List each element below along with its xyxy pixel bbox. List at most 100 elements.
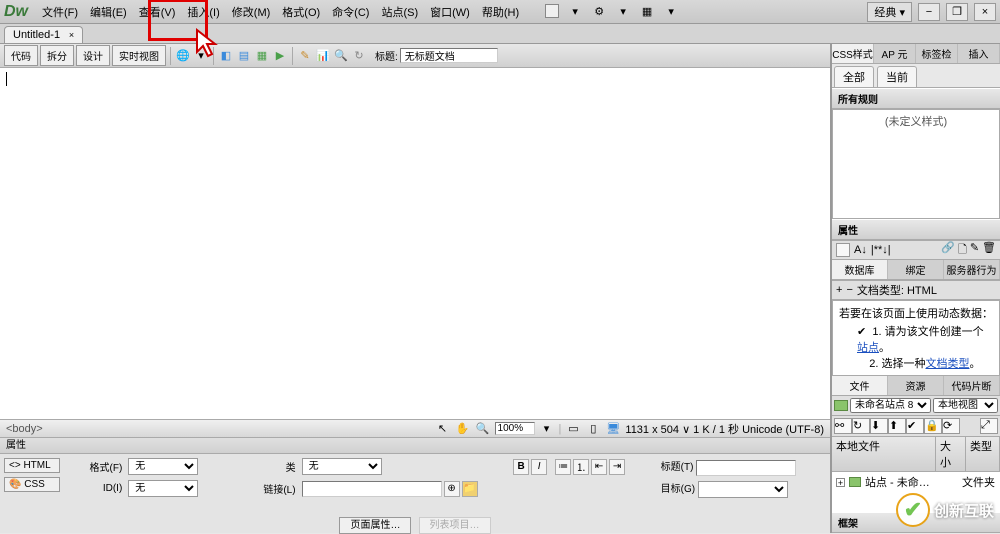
indent-icon[interactable]: ⇥	[609, 459, 625, 475]
css-all-subtab[interactable]: 全部	[834, 66, 874, 87]
outdent-icon[interactable]: ⇤	[591, 459, 607, 475]
view-select[interactable]: 本地视图	[933, 398, 998, 413]
assets-tab[interactable]: 资源	[888, 376, 944, 395]
class-select[interactable]: 无	[302, 458, 382, 475]
properties-css-tab[interactable]: 🎨 CSS	[4, 477, 60, 492]
split-view-button[interactable]: 拆分	[40, 45, 74, 66]
tool-icon[interactable]: 📊	[315, 48, 331, 64]
frames-header[interactable]: 框架	[832, 512, 1000, 533]
minimize-button[interactable]: −	[918, 3, 940, 21]
files-tree[interactable]: + 站点 - 未命… 文件夹	[832, 472, 1000, 512]
add-icon[interactable]: +	[836, 284, 842, 296]
sync-icon[interactable]: ⟳	[942, 418, 960, 434]
bindings-tab[interactable]: 绑定	[888, 260, 944, 279]
device-icon[interactable]: ▭	[565, 421, 581, 437]
list-ol-icon[interactable]: ⒈	[573, 459, 589, 475]
checkout-icon[interactable]: ✔	[906, 418, 924, 434]
code-view-button[interactable]: 代码	[4, 45, 38, 66]
bold-button[interactable]: B	[513, 459, 529, 475]
tool-icon[interactable]: 🔍	[333, 48, 349, 64]
hand-icon[interactable]: ✋	[455, 421, 471, 437]
tag-selector[interactable]: <body>	[6, 423, 43, 435]
point-to-file-icon[interactable]: ⊕	[444, 481, 460, 497]
menu-command[interactable]: 命令(C)	[326, 1, 375, 23]
expand-toggle[interactable]: +	[836, 478, 845, 487]
workspace-dropdown[interactable]: 经典 ▾	[867, 2, 912, 22]
attr-tool-icon[interactable]	[836, 243, 850, 257]
menu-window[interactable]: 窗口(W)	[424, 1, 476, 23]
close-tab-icon[interactable]: ×	[69, 30, 74, 40]
put-icon[interactable]: ⬆	[888, 418, 906, 434]
document-tab[interactable]: Untitled-1 ×	[4, 26, 83, 43]
live-view-button[interactable]: 实时视图	[112, 45, 166, 66]
css-styles-tab[interactable]: CSS样式	[832, 44, 874, 63]
properties-header[interactable]: 属性	[0, 438, 830, 454]
css-rules-list[interactable]: (未定义样式)	[832, 109, 1000, 219]
attributes-header[interactable]: 属性	[832, 219, 1000, 240]
list-ul-icon[interactable]: ≔	[555, 459, 571, 475]
target-select[interactable]	[698, 481, 788, 498]
get-icon[interactable]: ⬇	[870, 418, 888, 434]
device-icon[interactable]: ▯	[585, 421, 601, 437]
page-title-input[interactable]	[400, 48, 498, 63]
settings-icon[interactable]: ⚙	[591, 4, 607, 20]
device-icon[interactable]: 🖥	[605, 421, 621, 437]
zoom-input[interactable]	[495, 422, 535, 435]
link-icon[interactable]: 🔗	[941, 241, 955, 260]
pointer-icon[interactable]: ↖	[435, 421, 451, 437]
col-localfiles[interactable]: 本地文件	[832, 437, 936, 471]
create-site-link[interactable]: 站点	[857, 342, 879, 354]
dropdown-icon[interactable]: ▾	[615, 4, 631, 20]
chevron-down-icon[interactable]: ▾	[193, 48, 209, 64]
file-row[interactable]: + 站点 - 未命… 文件夹	[836, 474, 996, 490]
format-select[interactable]: 无	[128, 458, 198, 475]
grid-icon[interactable]: ▦	[639, 4, 655, 20]
database-tab[interactable]: 数据库	[832, 260, 888, 279]
tool-icon[interactable]: ◧	[218, 48, 234, 64]
trash-icon[interactable]: 🗑	[982, 241, 996, 260]
menu-modify[interactable]: 修改(M)	[226, 1, 277, 23]
menu-view[interactable]: 查看(V)	[133, 1, 182, 23]
tool-icon[interactable]: ✎	[297, 48, 313, 64]
italic-button[interactable]: I	[531, 459, 547, 475]
doc-type-link[interactable]: 文档类型	[925, 358, 969, 370]
layout-icon[interactable]	[545, 4, 559, 18]
menu-file[interactable]: 文件(F)	[36, 1, 84, 23]
css-current-subtab[interactable]: 当前	[877, 66, 917, 87]
link-input[interactable]	[302, 481, 442, 497]
remove-icon[interactable]: −	[846, 284, 852, 296]
menu-insert[interactable]: 插入(I)	[181, 1, 225, 23]
checkin-icon[interactable]: 🔒	[924, 418, 942, 434]
properties-html-tab[interactable]: <> HTML	[4, 458, 60, 473]
site-select[interactable]: 未命名站点 8	[850, 398, 931, 413]
col-size[interactable]: 大小	[936, 437, 966, 471]
zoom-icon[interactable]: 🔍	[475, 421, 491, 437]
snippets-tab[interactable]: 代码片断	[944, 376, 1000, 395]
new-icon[interactable]: 🗋	[958, 241, 967, 260]
menu-site[interactable]: 站点(S)	[375, 1, 424, 23]
tool-icon[interactable]: ▤	[236, 48, 252, 64]
menu-edit[interactable]: 编辑(E)	[84, 1, 133, 23]
chevron-down-icon[interactable]: ▾	[539, 421, 555, 437]
tool-icon[interactable]: ▦	[254, 48, 270, 64]
expand-icon[interactable]: ⤢	[980, 418, 998, 434]
refresh-icon[interactable]: ↻	[852, 418, 870, 434]
menu-help[interactable]: 帮助(H)	[476, 1, 525, 23]
col-type[interactable]: 类型	[966, 437, 1000, 471]
design-canvas[interactable]	[0, 68, 830, 419]
globe-icon[interactable]: 🌐	[175, 48, 191, 64]
menu-format[interactable]: 格式(O)	[276, 1, 326, 23]
dropdown-icon[interactable]: ▾	[567, 4, 583, 20]
files-tab[interactable]: 文件	[832, 376, 888, 395]
edit-icon[interactable]: ✎	[970, 241, 979, 260]
tag-inspector-tab[interactable]: 标签检	[916, 44, 958, 63]
id-select[interactable]: 无	[128, 480, 198, 497]
dropdown-icon[interactable]: ▾	[663, 4, 679, 20]
ap-elements-tab[interactable]: AP 元	[874, 44, 916, 63]
insert-tab[interactable]: 插入	[958, 44, 1000, 63]
play-icon[interactable]: ▶	[272, 48, 288, 64]
refresh-icon[interactable]: ↻	[351, 48, 367, 64]
server-behaviors-tab[interactable]: 服务器行为	[944, 260, 1000, 279]
close-button[interactable]: ×	[974, 3, 996, 21]
page-properties-button[interactable]: 页面属性…	[339, 517, 411, 534]
